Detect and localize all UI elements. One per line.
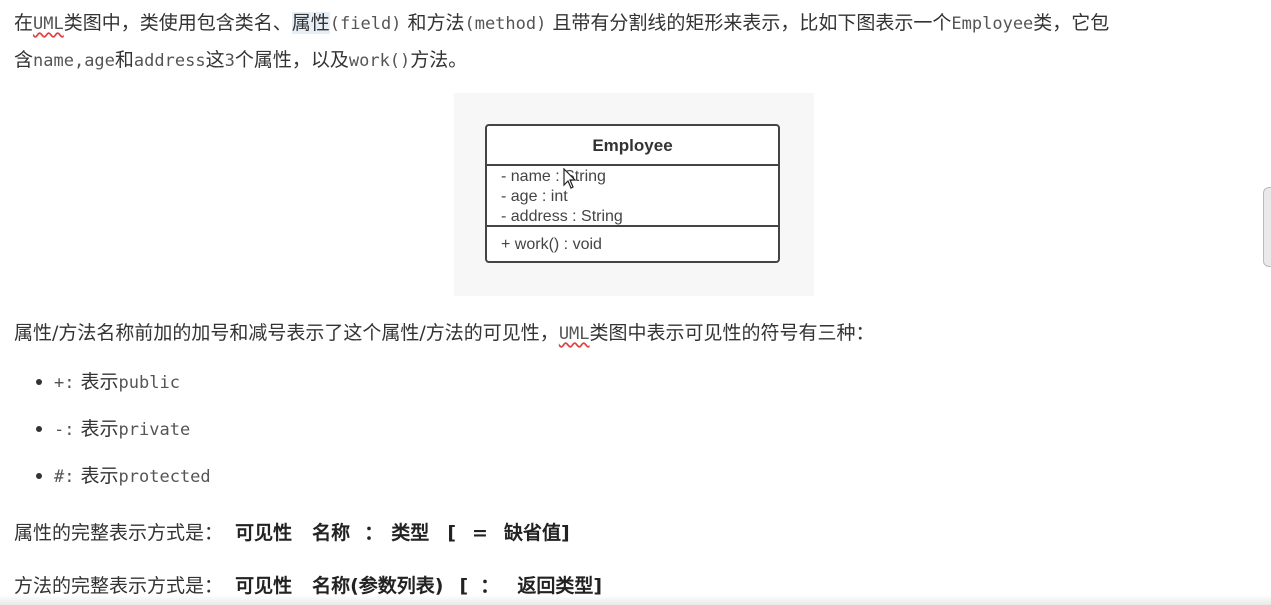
format-part: ： [364, 522, 384, 544]
uml-term: UML [558, 324, 590, 344]
format-label: 属性的完整表示方式是： [14, 522, 224, 544]
method-format-line: 方法的完整表示方式是： 可见性 名称(参数列表) [ ： 返回类型] [14, 571, 602, 598]
uml-term: UML [33, 14, 64, 34]
mouse-cursor-icon [563, 168, 577, 189]
bullet-symbol: #: [54, 467, 75, 487]
uml-divider [487, 225, 778, 227]
uml-class-box: Employee - name : String - age : int - a… [485, 124, 780, 263]
visibility-text: 属性/方法名称前加的加号和减号表示了这个属性/方法的可见性， [14, 322, 559, 344]
intro-text: 在 [14, 12, 34, 34]
list-item: #: 表示protected [30, 461, 211, 508]
visibility-paragraph: 属性/方法名称前加的加号和减号表示了这个属性/方法的可见性，UML类图中表示可见… [14, 318, 875, 345]
highlighted-term: 属性 [291, 12, 330, 34]
intro-text: 和 [114, 49, 134, 71]
uml-attribute: - name : String [501, 168, 606, 185]
code-work: work() [348, 51, 411, 71]
intro-text: 和方法 [401, 12, 465, 34]
bullet-text: 表示 [74, 371, 119, 393]
format-part: [ [447, 522, 456, 544]
format-part: 可见性 [235, 522, 293, 544]
uml-attribute: - age : int [501, 188, 568, 205]
code-employee: Employee [951, 14, 1034, 34]
bullet-symbol: -: [54, 420, 75, 440]
format-part: ： [480, 575, 500, 597]
intro-text: 且带有分割线的矩形来表示，比如下图表示一个 [546, 12, 952, 34]
code-name-age: name,age [33, 51, 115, 71]
attribute-format-line: 属性的完整表示方式是： 可见性 名称 ： 类型 [ = 缺省值] [14, 518, 570, 545]
code-method: (method) [464, 14, 547, 34]
intro-text: 这 [205, 49, 225, 71]
intro-line-2: 含name,age和address这3个属性，以及work()方法。 [14, 45, 467, 72]
uml-class-name: Employee [487, 126, 778, 166]
uml-attributes: - name : String - age : int - address : … [501, 167, 623, 227]
format-part: 可见性 [235, 575, 293, 597]
format-part: = [472, 522, 488, 544]
intro-text: 类，它包 [1033, 12, 1110, 34]
format-part: 名称(参数列表) [312, 575, 444, 597]
bullet-code: protected [118, 467, 211, 487]
code-address: address [133, 51, 206, 71]
format-part: 缺省值] [504, 522, 570, 544]
intro-line-1: 在UML类图中，类使用包含类名、属性(field) 和方法(method) 且带… [14, 8, 1109, 35]
bottom-fade [0, 595, 1271, 605]
code-field: (field) [329, 14, 402, 34]
bullet-text: 表示 [74, 418, 119, 440]
visibility-text: 类图中表示可见性的符号有三种： [589, 322, 875, 344]
format-part: 名称 [312, 522, 351, 544]
uml-method: + work() : void [501, 236, 602, 253]
format-label: 方法的完整表示方式是： [14, 575, 224, 597]
format-part: 类型 [391, 522, 430, 544]
bullet-code: private [118, 420, 191, 440]
list-item: +: 表示public [30, 367, 211, 414]
uml-attribute: - address : String [501, 208, 623, 225]
intro-text: 类图中，类使用包含类名、 [63, 12, 292, 34]
format-part: 返回类型] [517, 575, 603, 597]
bullet-symbol: +: [54, 373, 75, 393]
visibility-list: +: 表示public -: 表示private #: 表示protected [30, 367, 211, 508]
bullet-text: 表示 [74, 465, 119, 487]
intro-text: 含 [14, 49, 34, 71]
scroll-handle[interactable] [1263, 187, 1271, 267]
format-part: [ [459, 575, 469, 597]
code-number: 3 [224, 51, 235, 71]
intro-text: 方法。 [410, 49, 468, 71]
intro-text: 个属性，以及 [234, 49, 349, 71]
bullet-code: public [118, 373, 180, 393]
list-item: -: 表示private [30, 414, 211, 461]
